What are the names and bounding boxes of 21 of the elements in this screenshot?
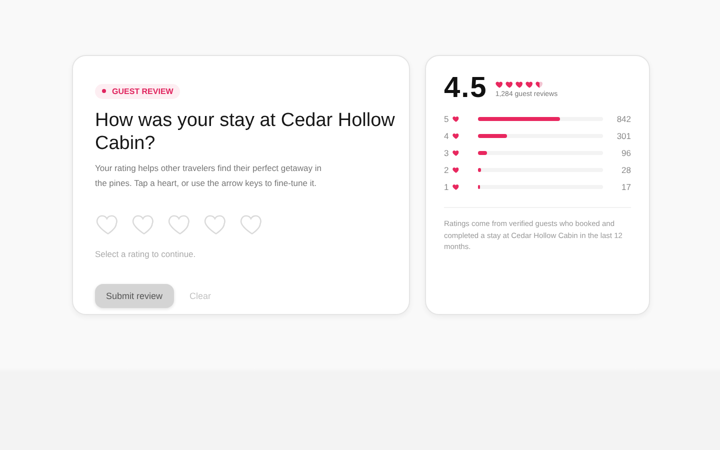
rating-label: 1 [444,182,450,192]
rating-label: 5 [444,114,450,124]
rating-label: 4 [444,131,450,141]
rating-count: 17 [622,182,631,192]
rating-label: 2 [444,165,450,175]
rating-count: 28 [622,165,631,175]
heart-icon [452,183,460,191]
average-score: 4.5 [444,72,488,105]
rating-label: 3 [444,148,450,158]
heart-icon [452,132,460,140]
rating-count: 842 [616,114,631,124]
heart-icon [535,80,544,88]
rating-count: 301 [616,131,631,141]
review-title: How was your stay at Cedar Hollow Cabin? [95,108,395,154]
heart-icon [452,149,460,157]
rating-hint: Select a rating to continue. [95,248,197,258]
review-description: Your rating helps other travelers find their perfect getaway in the pines. Tap a heart, or use the arrow keys to fine-tune it. [95,162,322,190]
heart-icon [452,166,460,174]
guest-review-badge: GUEST REVIEW [95,84,180,98]
rating-count: 96 [622,148,631,158]
heart-icon [452,115,460,123]
